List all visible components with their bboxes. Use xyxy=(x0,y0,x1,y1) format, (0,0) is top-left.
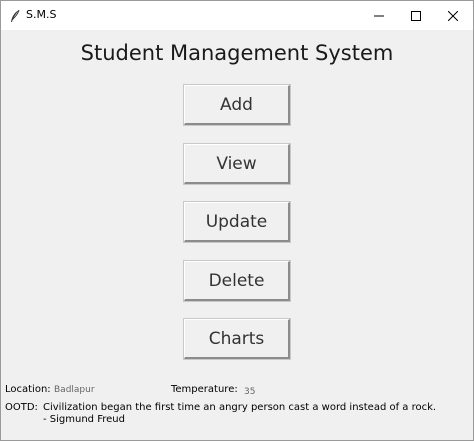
minimize-button[interactable] xyxy=(361,1,397,30)
maximize-icon xyxy=(411,6,421,25)
window-title: S.M.S xyxy=(26,8,57,21)
add-button[interactable]: Add xyxy=(183,84,291,126)
title-bar: S.M.S xyxy=(1,1,473,30)
delete-button[interactable]: Delete xyxy=(183,260,291,302)
temperature-value: 35 xyxy=(244,387,256,397)
location-value: Badlapur xyxy=(54,385,95,395)
location-label: Location: xyxy=(5,384,51,395)
ootd-label: OOTD: xyxy=(5,402,38,413)
feather-icon xyxy=(9,8,21,22)
page-title: Student Management System xyxy=(80,41,394,65)
update-button[interactable]: Update xyxy=(183,201,291,243)
close-icon xyxy=(447,6,459,25)
close-button[interactable] xyxy=(435,1,471,30)
app-window: S.M.S Student Management System Add View… xyxy=(0,0,474,441)
charts-button[interactable]: Charts xyxy=(183,318,291,360)
temperature-label: Temperature: xyxy=(171,384,238,395)
view-button[interactable]: View xyxy=(183,143,291,185)
minimize-icon xyxy=(374,6,384,25)
ootd-quote: Civilization began the first time an ang… xyxy=(43,402,437,413)
maximize-button[interactable] xyxy=(398,1,434,30)
ootd-author: - Sigmund Freud xyxy=(43,414,125,425)
